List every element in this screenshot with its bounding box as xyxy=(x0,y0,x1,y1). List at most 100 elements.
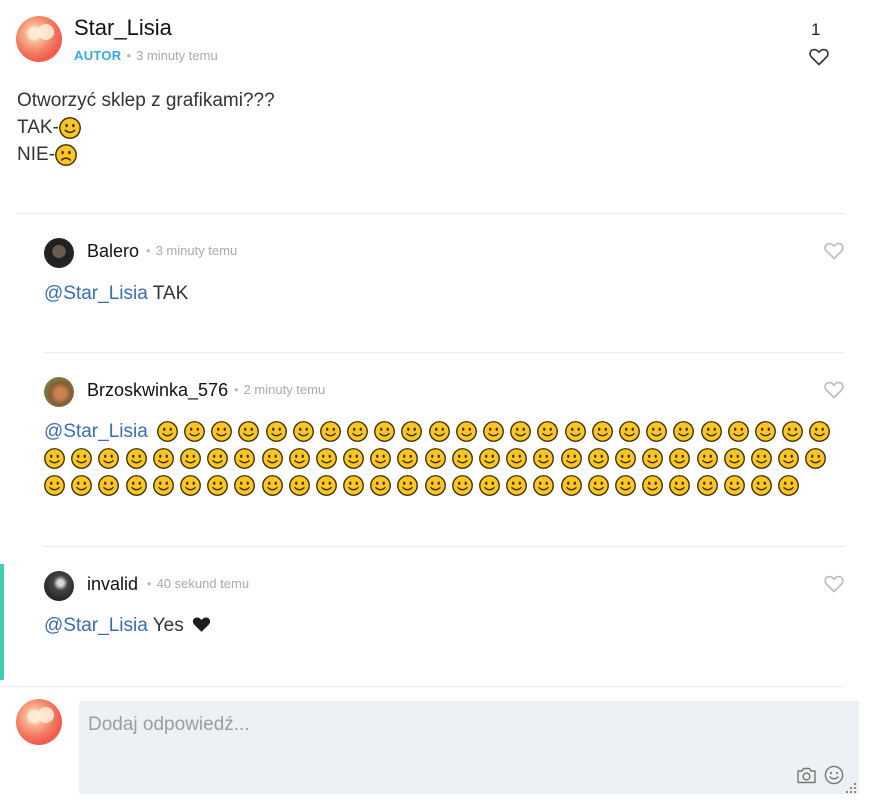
reply-meta: • 3 minuty temu xyxy=(146,243,238,258)
smiling-emoji-icon xyxy=(809,421,830,442)
reply-avatar[interactable] xyxy=(44,571,74,601)
smiling-emoji-icon xyxy=(510,421,531,442)
divider xyxy=(17,213,844,214)
yes-label: TAK- xyxy=(17,117,59,138)
smiling-emoji-icon xyxy=(184,421,205,442)
heart-icon[interactable] xyxy=(824,381,844,399)
reply-avatar[interactable] xyxy=(44,377,74,407)
smiling-emoji-icon xyxy=(561,448,582,469)
smiling-emoji-icon xyxy=(588,475,609,496)
smiling-emoji-icon xyxy=(401,421,422,442)
smiling-emoji-icon xyxy=(615,475,636,496)
smiling-emoji-icon xyxy=(234,475,255,496)
smiling-emoji-icon xyxy=(238,421,259,442)
reply-body: @Star_Lisia Yes xyxy=(44,612,211,639)
smiling-emoji-icon xyxy=(316,475,337,496)
reply-time: 2 minuty temu xyxy=(243,382,326,397)
black-heart-emoji-icon xyxy=(192,617,211,632)
smiling-emoji-icon xyxy=(180,448,201,469)
smiling-emoji-icon xyxy=(397,475,418,496)
emoji-row xyxy=(44,472,844,499)
heart-icon[interactable] xyxy=(824,575,844,593)
reply-meta: • 2 minuty temu xyxy=(234,382,326,397)
smiling-emoji-icon xyxy=(782,421,803,442)
reply-avatar[interactable] xyxy=(44,238,74,268)
author-badge: AUTOR xyxy=(74,48,122,63)
smiling-emoji-icon xyxy=(207,475,228,496)
smiling-emoji-icon xyxy=(153,448,174,469)
reply-input[interactable]: Dodaj odpowiedź... xyxy=(79,701,859,794)
new-reply-indicator xyxy=(0,564,4,680)
smiling-emoji-icon xyxy=(615,448,636,469)
mention-link[interactable]: @Star_Lisia xyxy=(44,615,148,636)
smiling-emoji-icon xyxy=(370,475,391,496)
smiling-emoji-icon xyxy=(619,421,640,442)
post-meta: AUTOR • 3 minuty temu xyxy=(74,48,218,63)
smiling-emoji-icon xyxy=(724,448,745,469)
smiling-emoji-icon xyxy=(320,421,341,442)
smiling-emoji-icon xyxy=(646,421,667,442)
like-count: 1 xyxy=(811,20,821,39)
smiling-emoji-icon xyxy=(343,448,364,469)
resize-handle-icon[interactable] xyxy=(846,783,857,794)
smiling-emoji-icon xyxy=(44,448,65,469)
author-avatar[interactable] xyxy=(16,16,62,62)
divider xyxy=(44,352,844,353)
smiling-emoji-icon xyxy=(724,475,745,496)
smiling-emoji-icon xyxy=(669,475,690,496)
post-body: Otworzyć sklep z grafikami??? TAK- NIE- xyxy=(17,87,275,168)
smiling-emoji-icon xyxy=(701,421,722,442)
reply-text: Yes xyxy=(152,615,184,636)
smiling-emoji-icon xyxy=(289,448,310,469)
reply-body: @Star_Lisia xyxy=(44,418,844,499)
smiling-emoji-icon xyxy=(456,421,477,442)
divider xyxy=(0,686,844,687)
reply-author-name[interactable]: invalid xyxy=(87,574,138,595)
post-line-no: NIE- xyxy=(17,141,275,168)
smiling-emoji-icon xyxy=(778,448,799,469)
smiling-emoji-icon xyxy=(316,448,337,469)
smiling-emoji-icon xyxy=(751,448,772,469)
smiling-emoji-icon xyxy=(234,448,255,469)
smiling-emoji-icon xyxy=(59,117,81,139)
author-name[interactable]: Star_Lisia xyxy=(74,15,172,41)
no-label: NIE- xyxy=(17,144,55,165)
reply-placeholder: Dodaj odpowiedź... xyxy=(88,714,250,735)
heart-icon[interactable] xyxy=(824,242,844,260)
post-line-question: Otworzyć sklep z grafikami??? xyxy=(17,90,275,111)
camera-icon[interactable] xyxy=(796,767,817,784)
smiling-emoji-icon xyxy=(479,475,500,496)
smiling-emoji-icon xyxy=(44,475,65,496)
smiling-emoji-icon xyxy=(479,448,500,469)
smiling-emoji-icon xyxy=(673,421,694,442)
smiling-emoji-icon xyxy=(642,475,663,496)
smiling-emoji-icon xyxy=(370,448,391,469)
divider xyxy=(44,546,844,547)
smiling-emoji-icon xyxy=(397,448,418,469)
smiling-emoji-icon xyxy=(211,421,232,442)
smiling-emoji-icon xyxy=(347,421,368,442)
mention-link[interactable]: @Star_Lisia xyxy=(44,418,148,445)
smiling-emoji-icon xyxy=(153,475,174,496)
emoji-row xyxy=(44,445,844,472)
smiling-emoji-icon xyxy=(452,448,473,469)
frowning-emoji-icon xyxy=(55,144,77,166)
smiling-emoji-icon xyxy=(728,421,749,442)
smiling-emoji-icon xyxy=(669,448,690,469)
smiling-emoji-icon xyxy=(778,475,799,496)
smiling-emoji-icon xyxy=(506,475,527,496)
smiling-emoji-icon xyxy=(697,448,718,469)
mention-link[interactable]: @Star_Lisia xyxy=(44,283,148,304)
heart-icon[interactable] xyxy=(809,48,829,66)
smiling-emoji-icon xyxy=(506,448,527,469)
smiling-emoji-icon xyxy=(755,421,776,442)
reply-author-name[interactable]: Balero xyxy=(87,241,139,262)
smiling-emoji-icon xyxy=(343,475,364,496)
smiling-emoji-icon xyxy=(262,475,283,496)
reply-author-name[interactable]: Brzoskwinka_576 xyxy=(87,380,228,401)
smile-icon[interactable] xyxy=(824,765,844,785)
smiling-emoji-icon xyxy=(805,448,826,469)
smiling-emoji-icon xyxy=(561,475,582,496)
smiling-emoji-icon xyxy=(374,421,395,442)
smiling-emoji-icon xyxy=(425,475,446,496)
